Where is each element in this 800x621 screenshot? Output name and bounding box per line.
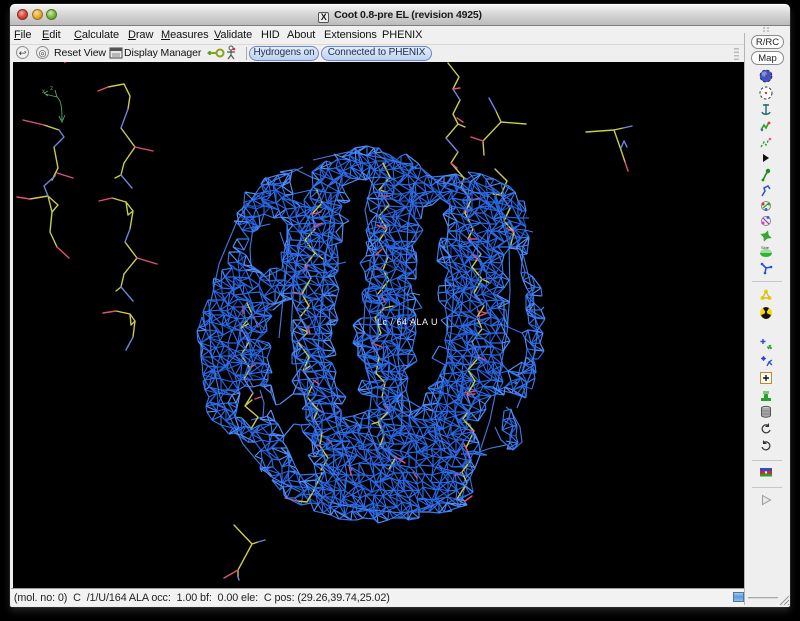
svg-text:z: z [50, 85, 53, 92]
svg-text:Lc / 64 ALA U: Lc / 64 ALA U [377, 317, 438, 327]
svg-text:x: x [42, 89, 45, 95]
